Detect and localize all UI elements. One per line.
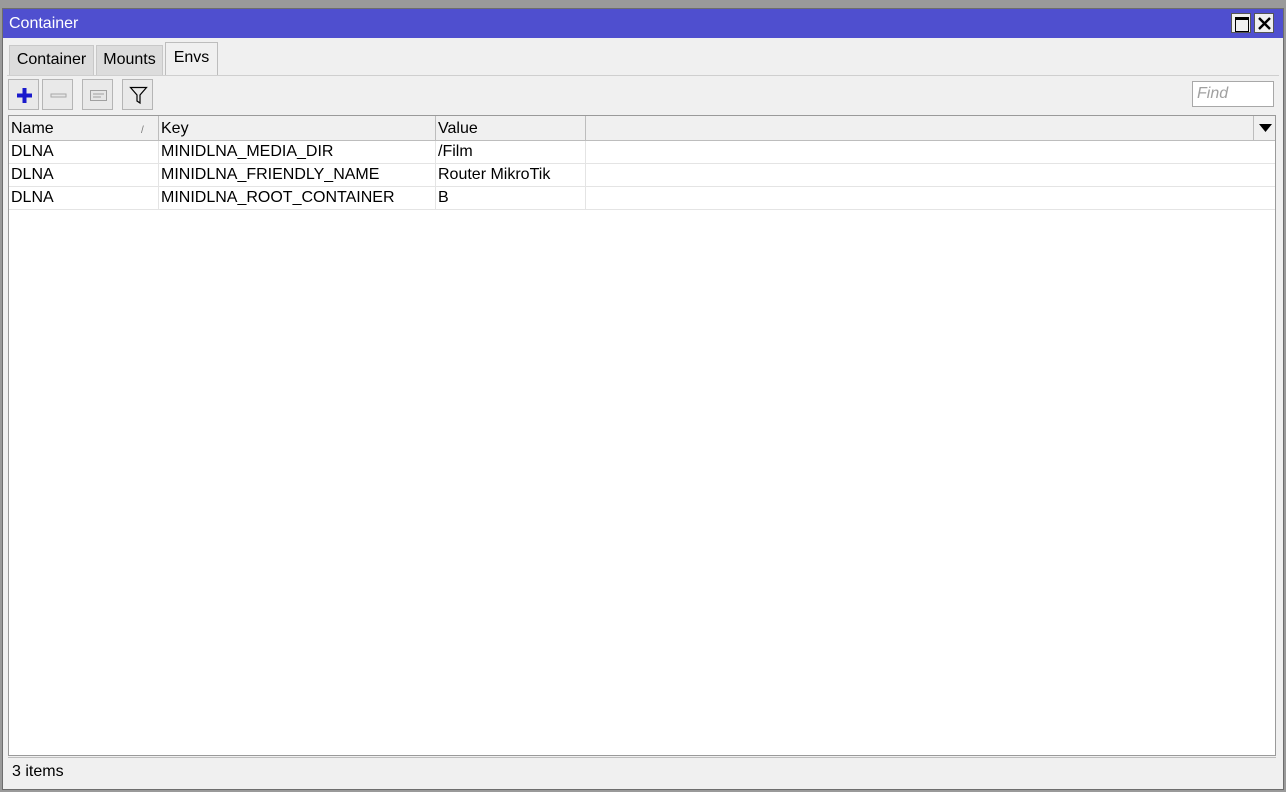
triangle-down-icon — [1259, 124, 1272, 132]
cell-name: DLNA — [9, 187, 159, 210]
comment-button[interactable] — [82, 79, 113, 110]
table-row[interactable]: DLNA MINIDLNA_ROOT_CONTAINER B — [9, 187, 1275, 210]
table-header: Name / Key Value — [9, 116, 1275, 141]
column-header-label: Key — [161, 120, 189, 137]
cell-value: B — [436, 187, 586, 210]
tab-container[interactable]: Container — [9, 45, 94, 75]
plus-icon — [17, 88, 32, 103]
tab-envs[interactable]: Envs — [165, 42, 218, 76]
cell-key: MINIDLNA_FRIENDLY_NAME — [159, 164, 436, 187]
cell-key: MINIDLNA_ROOT_CONTAINER — [159, 187, 436, 210]
column-menu-button[interactable] — [1253, 116, 1276, 140]
column-header-key[interactable]: Key — [159, 116, 436, 140]
find-input[interactable] — [1192, 81, 1274, 107]
container-window: Container Container Mounts Envs Find Nam… — [2, 8, 1284, 790]
column-header-value[interactable]: Value — [436, 116, 586, 140]
remove-button[interactable] — [42, 79, 73, 110]
add-button[interactable] — [8, 79, 39, 110]
minus-icon — [50, 93, 67, 98]
cell-name: DLNA — [9, 164, 159, 187]
table-row[interactable]: DLNA MINIDLNA_MEDIA_DIR /Film — [9, 141, 1275, 164]
close-icon — [1258, 17, 1271, 30]
comment-icon — [90, 90, 107, 101]
cell-key: MINIDLNA_MEDIA_DIR — [159, 141, 436, 164]
cell-value: /Film — [436, 141, 586, 164]
window-title: Container — [9, 15, 79, 32]
title-bar[interactable]: Container — [3, 9, 1283, 38]
tab-mounts[interactable]: Mounts — [96, 45, 163, 75]
close-button[interactable] — [1254, 13, 1274, 33]
column-header-name[interactable]: Name / — [9, 116, 159, 140]
filter-button[interactable] — [122, 79, 153, 110]
cell-name: DLNA — [9, 141, 159, 164]
table-row[interactable]: DLNA MINIDLNA_FRIENDLY_NAME Router Mikro… — [9, 164, 1275, 187]
toolbar-divider — [7, 75, 1279, 76]
item-count: 3 items — [12, 763, 64, 780]
envs-table: Name / Key Value DLNA MINIDLNA_MEDIA_DIR… — [8, 115, 1276, 756]
cell-value: Router MikroTik — [436, 164, 586, 187]
column-header-label: Value — [438, 120, 478, 137]
column-header-label: Name — [11, 120, 54, 137]
maximize-button[interactable] — [1231, 13, 1251, 33]
filter-icon — [129, 86, 148, 105]
status-bar: 3 items — [8, 757, 1276, 787]
